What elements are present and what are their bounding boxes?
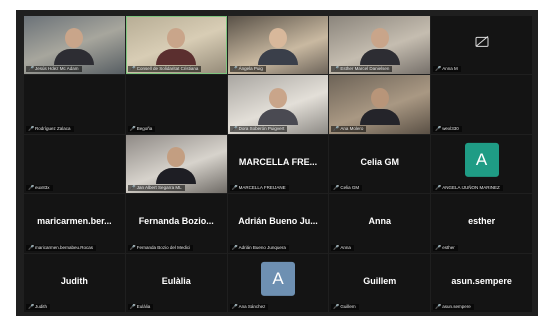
mic-muted-icon: 🎤 (435, 66, 442, 73)
participant-name-label: 🎤Jesús Hdez Mc Adam (26, 66, 82, 73)
camera-off-icon (475, 36, 489, 48)
mic-muted-icon: 🎤 (129, 244, 137, 251)
participant-tile[interactable]: 🎤wexl330 (431, 75, 532, 134)
participant-name-label: 🎤Consell de Solidaritat Cristiana (127, 66, 202, 73)
participant-tile[interactable]: A 🎤Ana Sánchez (227, 253, 329, 312)
participant-display-name: maricarmen.ber... (37, 216, 112, 227)
participant-tile[interactable]: 🎤Jan Albert Segarra ML (125, 134, 227, 194)
participant-name-label: 🎤Anna (331, 244, 354, 251)
participant-tile[interactable]: 🎤eux83x (24, 134, 125, 194)
participant-name-label: 🎤Jan Albert Segarra ML (127, 185, 185, 192)
participant-tile[interactable]: 🎤Esther Marcel Danielsen (329, 16, 431, 75)
mic-muted-icon: 🎤 (28, 185, 35, 192)
mic-muted-icon: 🎤 (231, 185, 238, 192)
participant-display-name: Fernanda Bozio... (138, 216, 214, 227)
mic-muted-icon: 🎤 (435, 185, 442, 192)
video-call-window: 🎤Jesús Hdez Mc Adam 🎤Consell de Solidari… (16, 10, 538, 316)
participant-display-name: asun.sempere (451, 275, 512, 286)
participant-display-name: MARCELLA FRE... (238, 156, 318, 167)
participant-tile[interactable]: maricarmen.ber... 🎤maricarmen.bernabeu.R… (24, 194, 125, 253)
participant-tile[interactable]: Anna 🎤Anna (329, 194, 431, 253)
participant-display-name: Celia GM (360, 156, 400, 167)
participant-display-name: Adrián Bueno Ju... (238, 216, 318, 227)
participant-tile[interactable]: Adrián Bueno Ju... 🎤Adrián Bueno Junquer… (227, 194, 329, 253)
participant-tile[interactable]: 🎤Anna M (431, 16, 532, 75)
participant-video (156, 147, 197, 185)
mic-muted-icon: 🎤 (231, 66, 238, 73)
participant-tile[interactable]: Judith 🎤Judith (24, 253, 125, 312)
participant-tile[interactable]: MARCELLA FRE... 🎤MARCELLA FREIJANE (227, 134, 329, 194)
participant-name-label: 🎤wexl330 (433, 125, 462, 132)
participant-tile-active-speaker[interactable]: 🎤Consell de Solidaritat Cristiana (125, 16, 227, 75)
participant-name-label: 🎤Adrián Bueno Junquera (229, 244, 289, 251)
participant-tile[interactable]: Guillem 🎤Guillem (329, 253, 431, 312)
participant-name-label: 🎤Eulàlia (127, 304, 154, 310)
participant-video (359, 87, 400, 125)
mic-muted-icon: 🎤 (129, 125, 137, 132)
mic-muted-icon: 🎤 (333, 125, 340, 132)
mic-muted-icon: 🎤 (435, 304, 442, 310)
participant-grid: 🎤Jesús Hdez Mc Adam 🎤Consell de Solidari… (24, 16, 532, 312)
participant-tile[interactable]: 🎤Ángela Puig (227, 16, 329, 75)
participant-name-label: 🎤asun.sempere (433, 304, 474, 310)
mic-muted-icon: 🎤 (333, 66, 340, 73)
mic-muted-icon: 🎤 (231, 304, 238, 310)
mic-muted-icon: 🎤 (28, 66, 35, 73)
participant-display-name: esther (468, 216, 496, 227)
mic-muted-icon: 🎤 (435, 125, 442, 132)
participant-name-label: 🎤Ángela Puig (229, 66, 266, 73)
participant-avatar: A (260, 261, 295, 296)
participant-name-label: 🎤Ana Molero (331, 125, 367, 132)
participant-name-label: 🎤Fernanda Bozio del Medici (127, 244, 194, 251)
participant-name-label: 🎤Ana Sánchez (229, 304, 269, 310)
participant-video (359, 28, 400, 66)
participant-tile[interactable]: 🎤Rodríguez Zalaca (24, 75, 125, 134)
participant-name-label: 🎤Begoña (127, 125, 156, 132)
participant-name-label: 🎤eux83x (26, 185, 53, 192)
mic-muted-icon: 🎤 (435, 244, 442, 251)
participant-tile[interactable]: Eulàlia 🎤Eulàlia (125, 253, 227, 312)
mic-muted-icon: 🎤 (129, 66, 137, 73)
participant-display-name: Judith (60, 275, 88, 286)
participant-tile[interactable]: 🎤Ana Molero (329, 75, 431, 134)
participant-video (257, 28, 298, 66)
mic-muted-icon: 🎤 (231, 244, 238, 251)
mic-muted-icon: 🎤 (333, 304, 340, 310)
participant-tile[interactable]: A 🎤ANGELA IJUÑON MARINEZ (431, 134, 532, 194)
participant-avatar: A (464, 142, 499, 177)
participant-name-label: 🎤Anna M (433, 66, 461, 73)
mic-muted-icon: 🎤 (28, 125, 35, 132)
participant-name-label: 🎤MARCELLA FREIJANE (229, 185, 289, 192)
participant-name-label: 🎤Celia GM (331, 185, 363, 192)
participant-display-name: Anna (368, 216, 392, 227)
mic-muted-icon: 🎤 (129, 185, 137, 192)
mic-muted-icon: 🎤 (333, 185, 340, 192)
participant-video (257, 87, 298, 125)
participant-name-label: 🎤Esther Marcel Danielsen (331, 66, 393, 73)
mic-muted-icon: 🎤 (231, 125, 238, 132)
participant-tile[interactable]: asun.sempere 🎤asun.sempere (431, 253, 532, 312)
participant-name-label: 🎤Dora Soberón Puigvert (229, 125, 288, 132)
participant-tile[interactable]: esther 🎤esther (431, 194, 532, 253)
mic-muted-icon: 🎤 (129, 304, 137, 310)
participant-tile[interactable]: 🎤Begoña (125, 75, 227, 134)
participant-name-label: 🎤maricarmen.bernabeu.Rocas (26, 244, 97, 251)
mic-muted-icon: 🎤 (333, 244, 340, 251)
participant-name-label: 🎤Guillem (331, 304, 359, 310)
participant-video (156, 28, 197, 66)
participant-name-label: 🎤ANGELA IJUÑON MARINEZ (433, 185, 503, 192)
participant-name-label: 🎤Rodríguez Zalaca (26, 125, 74, 132)
mic-muted-icon: 🎤 (28, 244, 35, 251)
participant-tile[interactable]: 🎤Dora Soberón Puigvert (227, 75, 329, 134)
participant-tile[interactable]: Fernanda Bozio... 🎤Fernanda Bozio del Me… (125, 194, 227, 253)
participant-tile[interactable]: 🎤Jesús Hdez Mc Adam (24, 16, 125, 75)
participant-display-name: Eulàlia (161, 275, 191, 286)
participant-video (54, 28, 95, 66)
participant-name-label: 🎤Judith (26, 304, 51, 310)
participant-tile[interactable]: Celia GM 🎤Celia GM (329, 134, 431, 194)
participant-name-label: 🎤esther (433, 244, 458, 251)
mic-muted-icon: 🎤 (28, 304, 35, 310)
participant-display-name: Guillem (363, 275, 397, 286)
